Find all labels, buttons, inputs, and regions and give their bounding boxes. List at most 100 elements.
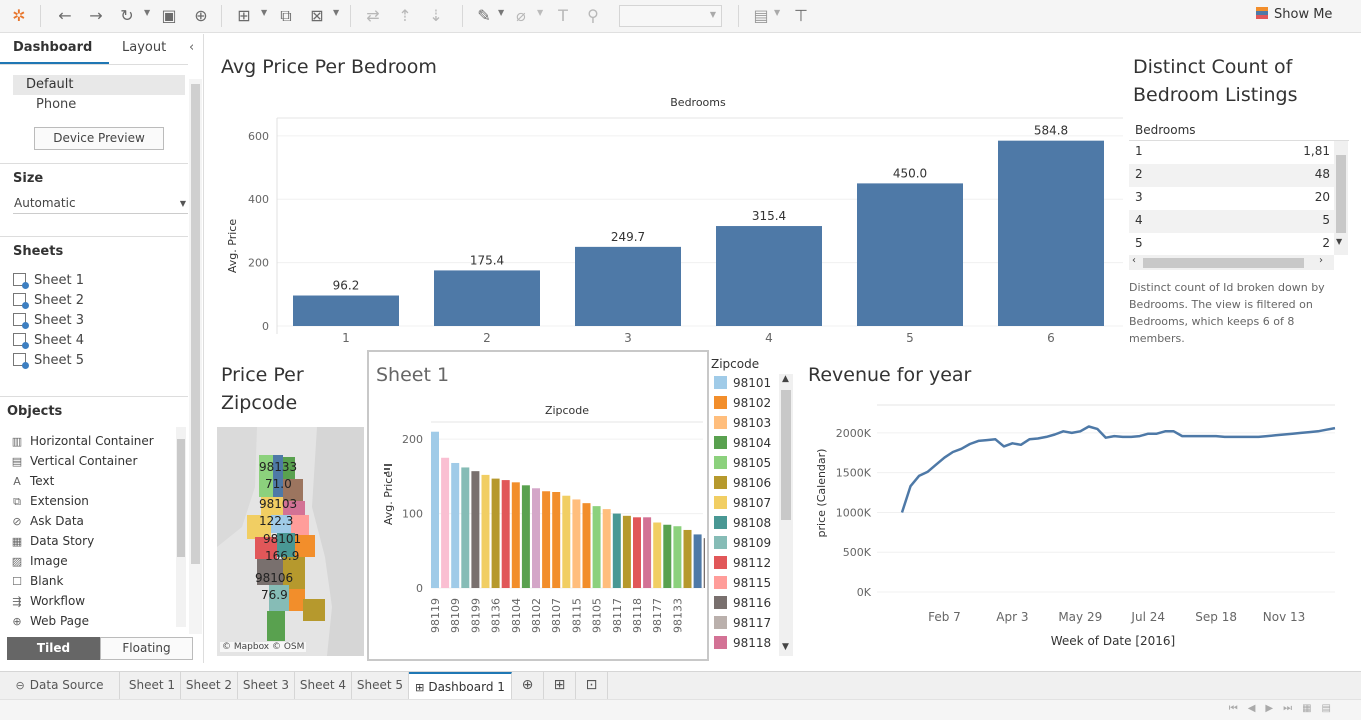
bar[interactable] [683, 529, 692, 588]
size-dropdown[interactable]: Automatic ▼ [13, 194, 188, 214]
scrollbar-thumb[interactable] [177, 439, 185, 557]
object-image[interactable]: ▨ Image [10, 554, 68, 572]
labels-icon[interactable]: T [552, 6, 574, 26]
undo-icon[interactable]: ← [54, 6, 76, 26]
legend-item[interactable]: 98112 [714, 556, 771, 574]
legend-item[interactable]: 98103 [714, 416, 771, 434]
device-preview-button[interactable]: Device Preview [34, 127, 164, 150]
scrollbar-thumb[interactable] [191, 84, 200, 564]
object-workflow[interactable]: ⇶ Workflow [10, 594, 85, 612]
bar[interactable] [481, 474, 490, 588]
bar[interactable] [633, 517, 641, 588]
bar[interactable] [491, 478, 500, 588]
bar[interactable] [643, 517, 652, 588]
object-text[interactable]: A Text [10, 474, 54, 492]
scroll-down-icon[interactable]: ▼ [782, 642, 789, 652]
duplicate-icon[interactable]: ⧉ [275, 6, 297, 26]
highlight-dropdown-icon[interactable]: ▼ [498, 8, 504, 17]
legend-item[interactable]: 98105 [714, 456, 771, 474]
object-horizontal-container[interactable]: ▥ Horizontal Container [10, 434, 154, 452]
legend-item[interactable]: 98102 [714, 396, 771, 414]
group-dropdown-icon[interactable]: ▼ [537, 8, 543, 17]
new-dashboard-tab-icon[interactable]: ⊞ [544, 672, 576, 700]
objects-scrollbar[interactable] [176, 427, 186, 627]
swap-icon[interactable]: ⇄ [362, 6, 384, 26]
scrollbar-thumb[interactable] [781, 390, 791, 520]
sort-ascending-icon[interactable]: ⇡ [394, 6, 416, 26]
scroll-right-icon[interactable]: › [1319, 255, 1323, 266]
tab-dashboard[interactable]: Dashboard [13, 40, 92, 55]
tiled-button[interactable]: Tiled [7, 637, 100, 660]
device-item-default[interactable]: Default [13, 75, 185, 95]
bar[interactable] [582, 503, 591, 588]
replay-icon[interactable]: ↻ [116, 6, 138, 26]
scroll-down-icon[interactable]: ▼ [1336, 237, 1342, 246]
tab-sheet1[interactable]: Sheet 1 [124, 672, 181, 700]
legend-item[interactable]: 98104 [714, 436, 771, 454]
legend-item[interactable]: 98109 [714, 536, 771, 554]
sidebar-item-sheet5[interactable]: Sheet 5 [13, 353, 84, 371]
bar[interactable] [572, 499, 581, 588]
panel-scrollbar[interactable] [189, 79, 202, 634]
bar[interactable] [542, 491, 551, 588]
bar[interactable] [857, 183, 963, 326]
table-row[interactable]: 1 1,81 [1129, 141, 1348, 164]
bar[interactable] [521, 485, 530, 588]
floating-button[interactable]: Floating [100, 637, 193, 660]
bar[interactable] [622, 515, 631, 588]
tableau-logo-icon[interactable]: ✲ [8, 6, 30, 26]
object-ask-data[interactable]: ⊘ Ask Data [10, 514, 84, 532]
fit-dropdown[interactable]: ▼ [619, 5, 722, 27]
show-cards-icon[interactable]: ▤ [750, 6, 772, 26]
legend-item[interactable]: 98106 [714, 476, 771, 494]
bar[interactable] [562, 495, 571, 588]
collapse-panel-icon[interactable]: ‹ [189, 40, 194, 55]
object-vertical-container[interactable]: ▤ Vertical Container [10, 454, 138, 472]
bar[interactable] [501, 480, 510, 588]
bar[interactable] [293, 295, 399, 326]
table-row[interactable]: 45 [1129, 210, 1348, 233]
bar[interactable] [592, 506, 601, 588]
bar[interactable] [575, 246, 681, 326]
sheet-navigation-icons[interactable]: ⏮◀▶⏭▦▤ [1229, 703, 1341, 714]
redo-icon[interactable]: → [85, 6, 107, 26]
highlight-icon[interactable]: ✎ [473, 6, 495, 26]
bar[interactable] [461, 467, 470, 588]
scroll-left-icon[interactable]: ‹ [1132, 255, 1136, 266]
legend-item[interactable]: 98118 [714, 636, 771, 654]
legend-item[interactable]: 98116 [714, 596, 771, 614]
bar[interactable] [441, 457, 450, 588]
table-vertical-scrollbar[interactable]: ▼ [1334, 141, 1348, 255]
bar[interactable] [532, 488, 540, 588]
object-data-story[interactable]: ▦ Data Story [10, 534, 94, 552]
save-icon[interactable]: ▣ [158, 6, 180, 26]
bar[interactable] [716, 226, 822, 326]
show-me-button[interactable]: Show Me [1256, 7, 1332, 27]
tab-sheet5[interactable]: Sheet 5 [352, 672, 409, 700]
object-blank[interactable]: ☐ Blank [10, 574, 63, 592]
object-extension[interactable]: ⧉ Extension [10, 494, 89, 512]
table-row[interactable]: 2 48 [1129, 164, 1348, 187]
legend-item[interactable]: 98107 [714, 496, 771, 514]
legend-item[interactable]: 98115 [714, 576, 771, 594]
tab-dashboard1[interactable]: ⊞ Dashboard 1 [409, 672, 512, 700]
clear-dropdown-icon[interactable]: ▼ [333, 8, 339, 17]
sidebar-item-sheet3[interactable]: Sheet 3 [13, 313, 84, 331]
group-icon[interactable]: ⌀ [510, 6, 532, 26]
legend-item[interactable]: 98108 [714, 516, 771, 534]
table-row[interactable]: 52 [1129, 233, 1348, 256]
pin-icon[interactable]: ⚲ [582, 6, 604, 26]
bar[interactable] [552, 492, 561, 588]
bar[interactable] [451, 462, 460, 588]
sidebar-item-sheet1[interactable]: Sheet 1 [13, 273, 84, 291]
bar[interactable] [434, 270, 540, 326]
bar[interactable] [653, 522, 662, 588]
tab-sheet4[interactable]: Sheet 4 [295, 672, 352, 700]
sort-descending-icon[interactable]: ⇣ [425, 6, 447, 26]
bar[interactable] [663, 524, 672, 588]
new-worksheet-tab-icon[interactable]: ⊕ [512, 672, 544, 700]
legend-item[interactable]: 98117 [714, 616, 771, 634]
zipcode-map[interactable]: 98133 71.0 98103 122.3 98101 166.9 98106… [217, 427, 364, 656]
show-cards-dropdown-icon[interactable]: ▼ [774, 8, 780, 17]
scroll-up-icon[interactable]: ▲ [782, 374, 789, 384]
